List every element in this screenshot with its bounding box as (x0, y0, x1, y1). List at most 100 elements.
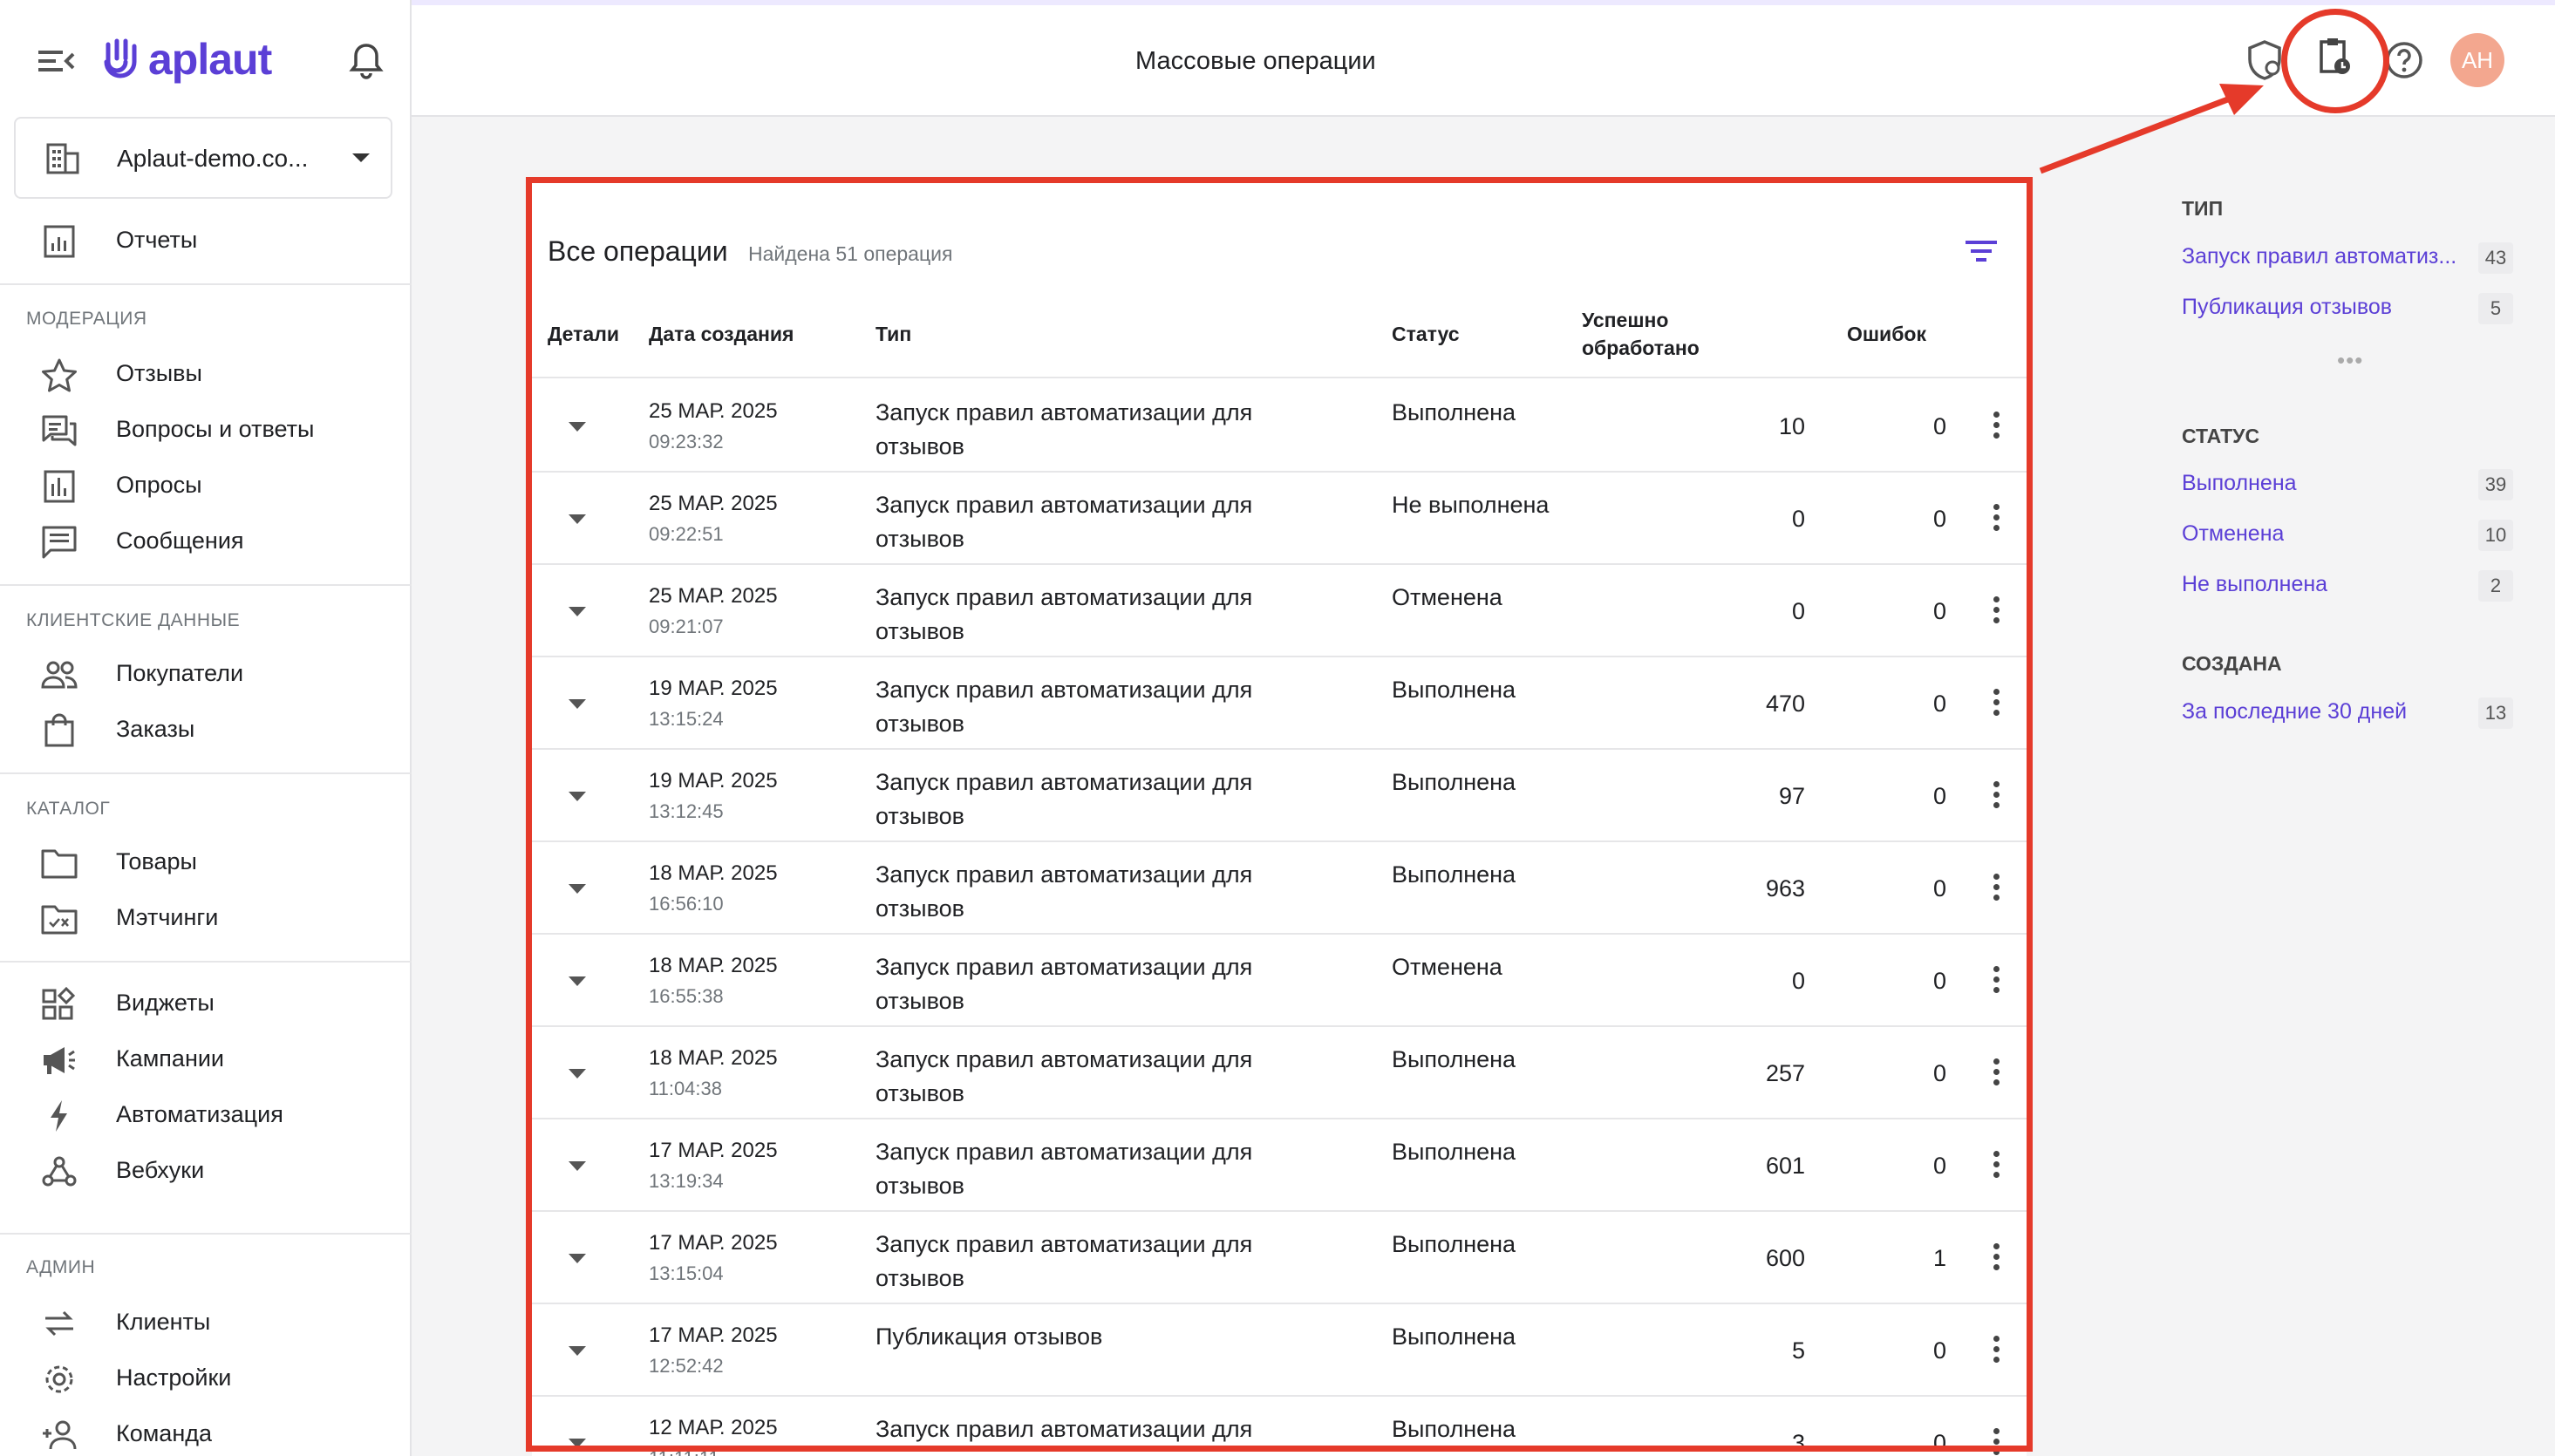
filter-type-publication[interactable]: Публикация отзывов 5 (2182, 289, 2513, 324)
expand-row-icon[interactable] (569, 1254, 586, 1263)
more-vert-icon[interactable] (1992, 504, 2000, 534)
table-row[interactable]: 19 МАР. 2025 13:12:45 Запуск правил автома… (532, 750, 2027, 842)
table-row[interactable]: 25 МАР. 2025 09:21:07 Запуск правил автома… (532, 565, 2027, 657)
logo-mark-icon (104, 38, 137, 78)
more-vert-icon[interactable] (1992, 1058, 2000, 1088)
sidebar-item-clients[interactable]: Клиенты (0, 1296, 412, 1350)
table-row[interactable]: 18 МАР. 2025 11:04:38 Запуск правил автома… (532, 1027, 2027, 1119)
filter-status-cancelled[interactable]: Отменена 10 (2182, 516, 2513, 551)
expand-row-icon[interactable] (569, 607, 586, 616)
expand-row-icon[interactable] (569, 1346, 586, 1356)
company-selector[interactable]: Aplaut-demo.co... (14, 117, 392, 199)
row-processed: 0 (1791, 968, 1805, 994)
column-created[interactable]: Дата создания (649, 323, 794, 346)
more-vert-icon[interactable] (1992, 1151, 2000, 1180)
sidebar-item-reports[interactable]: Отчеты (0, 214, 412, 268)
more-vert-icon[interactable] (1992, 781, 2000, 811)
sidebar-item-label: Клиенты (116, 1309, 211, 1335)
table-row[interactable]: 18 МАР. 2025 16:55:38 Запуск правил автома… (532, 935, 2027, 1027)
row-time: 09:21:07 (649, 616, 724, 637)
table-row[interactable]: 17 МАР. 2025 13:15:04 Запуск правил автома… (532, 1212, 2027, 1304)
expand-row-icon[interactable] (569, 976, 586, 986)
table-row[interactable]: 18 МАР. 2025 16:56:10 Запуск правил автома… (532, 842, 2027, 935)
divider (0, 584, 412, 586)
filter-created-30days[interactable]: За последние 30 дней 13 (2182, 694, 2513, 729)
row-errors: 0 (1932, 691, 1946, 717)
filter-label: Выполнена (2182, 471, 2297, 495)
sidebar-item-orders[interactable]: Заказы (0, 703, 412, 757)
row-type: Запуск правил автоматизации для отзывов (876, 1231, 1253, 1291)
table-row[interactable]: 25 МАР. 2025 09:22:51 Запуск правил автома… (532, 473, 2027, 565)
sidebar-item-team[interactable]: Команда (0, 1407, 412, 1456)
table-row[interactable]: 19 МАР. 2025 13:15:24 Запуск правил автома… (532, 657, 2027, 750)
filter-type-automation[interactable]: Запуск правил автоматиз... 43 (2182, 239, 2513, 274)
sidebar-item-matchings[interactable]: Мэтчинги (0, 891, 412, 945)
row-errors: 0 (1932, 783, 1946, 809)
sidebar-item-qa[interactable]: Вопросы и ответы (0, 403, 412, 457)
filter-label: За последние 30 дней (2182, 699, 2408, 724)
table-row[interactable]: 25 МАР. 2025 09:23:32 Запуск правил автома… (532, 380, 2027, 473)
table-row[interactable]: 12 МАР. 2025 11:11:11 Запуск правил автома… (532, 1397, 2027, 1456)
row-errors: 0 (1932, 413, 1946, 439)
row-status: Выполнена (1392, 1323, 1516, 1350)
user-avatar[interactable]: AH (2450, 33, 2504, 87)
row-processed: 600 (1765, 1245, 1805, 1271)
clipboard-clock-icon[interactable] (2313, 35, 2356, 78)
row-status: Выполнена (1392, 861, 1516, 888)
expand-row-icon[interactable] (569, 1069, 586, 1078)
sidebar-item-settings[interactable]: Настройки (0, 1351, 412, 1405)
shield-settings-icon[interactable] (2243, 38, 2286, 82)
webhook-icon (42, 1156, 77, 1187)
more-vert-icon[interactable] (1992, 1428, 2000, 1456)
top-header: Массовые операции (412, 0, 2555, 117)
help-icon[interactable] (2382, 38, 2426, 82)
sidebar-item-surveys[interactable]: Опросы (0, 459, 412, 513)
more-vert-icon[interactable] (1992, 689, 2000, 718)
expand-row-icon[interactable] (569, 1439, 586, 1448)
sidebar-item-reviews[interactable]: Отзывы (0, 347, 412, 401)
collapse-menu-icon[interactable] (37, 44, 75, 78)
sidebar-item-campaigns[interactable]: Кампании (0, 1032, 412, 1086)
column-status: Статус (1392, 323, 1460, 345)
sidebar-item-webhooks[interactable]: Вебхуки (0, 1144, 412, 1198)
expand-row-icon[interactable] (569, 792, 586, 801)
more-vert-icon[interactable] (1992, 966, 2000, 996)
row-time: 11:04:38 (649, 1078, 723, 1099)
lightning-icon (51, 1100, 67, 1132)
table-row[interactable]: 17 МАР. 2025 12:52:42 Публикация отзывов Вы… (532, 1304, 2027, 1397)
column-errors: Ошибок (1847, 323, 1926, 345)
show-more-dots[interactable]: ••• (2337, 347, 2363, 374)
expand-row-icon[interactable] (569, 699, 586, 709)
more-vert-icon[interactable] (1992, 1336, 2000, 1365)
sidebar-item-widgets[interactable]: Виджеты (0, 976, 412, 1031)
row-date: 25 МАР. 2025 (649, 584, 778, 608)
filter-status-done[interactable]: Выполнена 39 (2182, 466, 2513, 500)
row-processed: 0 (1791, 598, 1805, 624)
row-status: Не выполнена (1392, 492, 1550, 518)
bell-icon[interactable] (345, 40, 387, 82)
sidebar-item-products[interactable]: Товары (0, 835, 412, 889)
row-type: Публикация отзывов (876, 1323, 1103, 1350)
table-row[interactable]: 17 МАР. 2025 13:19:34 Запуск правил автома… (532, 1119, 2027, 1212)
row-errors: 0 (1932, 1337, 1946, 1364)
sidebar-item-messages[interactable]: Сообщения (0, 514, 412, 568)
sidebar-item-buyers[interactable]: Покупатели (0, 647, 412, 701)
filter-status-failed[interactable]: Не выполнена 2 (2182, 567, 2513, 602)
expand-row-icon[interactable] (569, 1161, 586, 1171)
expand-row-icon[interactable] (569, 422, 586, 432)
aplaut-logo[interactable]: aplaut (103, 33, 272, 85)
more-vert-icon[interactable] (1992, 874, 2000, 903)
more-vert-icon[interactable] (1992, 412, 2000, 441)
more-vert-icon[interactable] (1992, 596, 2000, 626)
more-vert-icon[interactable] (1992, 1243, 2000, 1273)
filter-icon[interactable] (1962, 235, 2000, 267)
row-errors: 0 (1932, 1430, 1946, 1456)
sidebar-item-automation[interactable]: Автоматизация (0, 1088, 412, 1142)
divider (0, 1233, 412, 1235)
row-status: Отменена (1392, 584, 1502, 610)
expand-row-icon[interactable] (569, 514, 586, 524)
expand-row-icon[interactable] (569, 884, 586, 894)
row-status: Отменена (1392, 954, 1502, 980)
row-date: 17 МАР. 2025 (649, 1323, 778, 1347)
column-processed-line1: Успешно (1582, 309, 1669, 331)
